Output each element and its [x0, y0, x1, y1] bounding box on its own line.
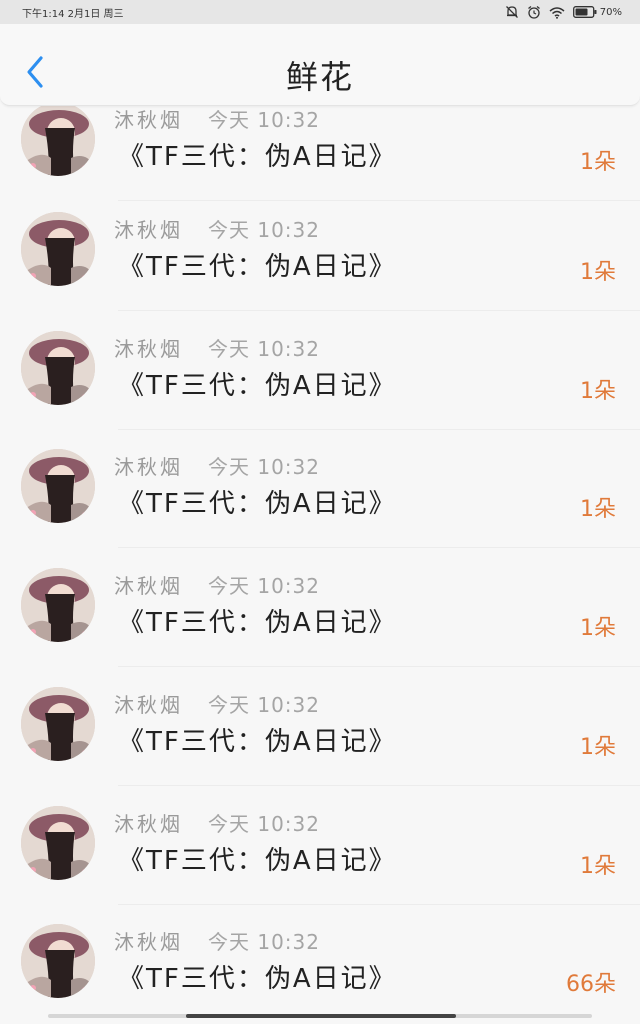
user-name[interactable]: 沐秋烟: [114, 214, 183, 243]
post-time: 今天 10:32: [208, 930, 320, 954]
mute-bell-icon: [505, 6, 518, 18]
battery-icon: [572, 6, 597, 18]
status-time-date: 下午1:14 2月1日 周三: [22, 8, 124, 20]
avatar[interactable]: [21, 568, 95, 642]
avatar[interactable]: [21, 687, 95, 761]
post-title[interactable]: 《TF三代：伪A日记》: [118, 136, 397, 173]
post-title[interactable]: 《TF三代：伪A日记》: [118, 602, 397, 639]
flower-count: 1朵: [580, 150, 616, 175]
scrollbar-thumb[interactable]: [186, 1014, 456, 1018]
user-name[interactable]: 沐秋烟: [114, 104, 183, 133]
post-time: 今天 10:32: [208, 337, 320, 361]
avatar-image: [21, 687, 95, 761]
list-item[interactable]: 沐秋烟 今天 10:32 《TF三代：伪A日记》 1朵: [0, 429, 640, 548]
status-icons: 70%: [505, 5, 622, 19]
avatar-image: [21, 102, 95, 176]
avatar[interactable]: [21, 212, 95, 286]
post-title[interactable]: 《TF三代：伪A日记》: [118, 958, 397, 995]
list-item[interactable]: 沐秋烟 今天 10:32 《TF三代：伪A日记》 1朵: [0, 667, 640, 786]
flower-count: 1朵: [580, 735, 616, 760]
avatar[interactable]: [21, 449, 95, 523]
post-time: 今天 10:32: [208, 693, 320, 717]
flower-count: 1朵: [580, 497, 616, 522]
flower-count: 66朵: [566, 972, 616, 997]
battery-indicator: 70%: [572, 6, 622, 18]
post-time: 今天 10:32: [208, 574, 320, 598]
flower-count: 1朵: [580, 616, 616, 641]
user-name[interactable]: 沐秋烟: [114, 808, 183, 837]
post-time: 今天 10:32: [208, 108, 320, 132]
flower-count: 1朵: [580, 379, 616, 404]
flower-count: 1朵: [580, 854, 616, 879]
avatar-image: [21, 568, 95, 642]
avatar-image: [21, 449, 95, 523]
header: 鲜花: [0, 24, 640, 106]
wifi-icon: [549, 6, 565, 19]
user-name[interactable]: 沐秋烟: [114, 926, 183, 955]
list-item[interactable]: 沐秋烟 今天 10:32 《TF三代：伪A日记》 1朵: [0, 311, 640, 430]
post-time: 今天 10:32: [208, 218, 320, 242]
list-item[interactable]: 沐秋烟 今天 10:32 《TF三代：伪A日记》 66朵: [0, 904, 640, 1012]
avatar-image: [21, 924, 95, 998]
avatar-image: [21, 331, 95, 405]
user-name[interactable]: 沐秋烟: [114, 689, 183, 718]
user-name[interactable]: 沐秋烟: [114, 451, 183, 480]
post-title[interactable]: 《TF三代：伪A日记》: [118, 840, 397, 877]
avatar[interactable]: [21, 806, 95, 880]
list-item[interactable]: 沐秋烟 今天 10:32 《TF三代：伪A日记》 1朵: [0, 192, 640, 311]
battery-percent: 70%: [599, 6, 622, 18]
post-time: 今天 10:32: [208, 812, 320, 836]
alarm-icon: [527, 5, 540, 19]
avatar-image: [21, 806, 95, 880]
flower-count: 1朵: [580, 260, 616, 285]
avatar-image: [21, 212, 95, 286]
status-bar: 下午1:14 2月1日 周三 70%: [0, 0, 640, 24]
avatar[interactable]: [21, 102, 95, 176]
page-title: 鲜花: [285, 58, 354, 96]
flower-list[interactable]: 沐秋烟 今天 10:32 《TF三代：伪A日记》 1朵 沐秋烟 今天 10:32…: [0, 0, 640, 1012]
post-title[interactable]: 《TF三代：伪A日记》: [118, 246, 397, 283]
list-item[interactable]: 沐秋烟 今天 10:32 《TF三代：伪A日记》 1朵: [0, 548, 640, 667]
avatar[interactable]: [21, 924, 95, 998]
user-name[interactable]: 沐秋烟: [114, 333, 183, 362]
post-title[interactable]: 《TF三代：伪A日记》: [118, 483, 397, 520]
post-time: 今天 10:32: [208, 455, 320, 479]
post-title[interactable]: 《TF三代：伪A日记》: [118, 365, 397, 402]
post-title[interactable]: 《TF三代：伪A日记》: [118, 721, 397, 758]
user-name[interactable]: 沐秋烟: [114, 570, 183, 599]
avatar[interactable]: [21, 331, 95, 405]
list-item[interactable]: 沐秋烟 今天 10:32 《TF三代：伪A日记》 1朵: [0, 786, 640, 905]
